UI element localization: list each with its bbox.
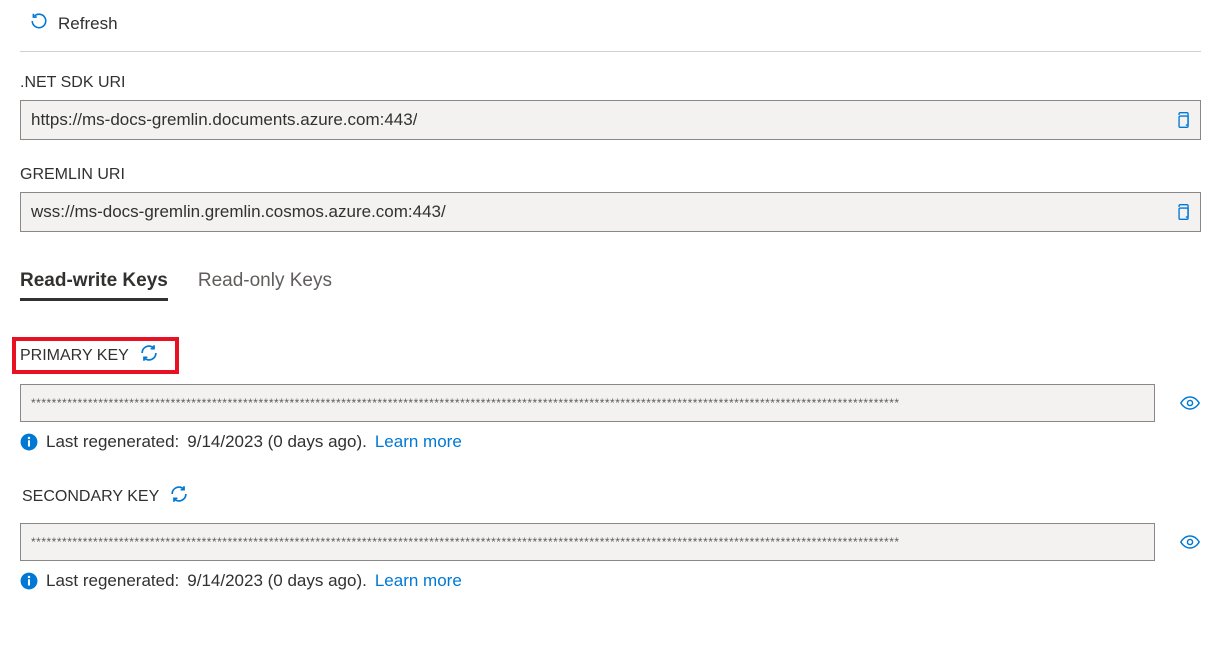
info-icon bbox=[20, 572, 38, 590]
gremlin-uri-group: GREMLIN URI wss://ms-docs-gremlin.gremli… bbox=[20, 166, 1201, 232]
keys-tabs: Read-write Keys Read-only Keys bbox=[20, 270, 1201, 301]
primary-learn-more-link[interactable]: Learn more bbox=[375, 432, 462, 452]
show-primary-key-button[interactable] bbox=[1179, 392, 1201, 414]
primary-key-info: Last regenerated: 9/14/2023 (0 days ago)… bbox=[20, 432, 1201, 452]
copy-gremlin-uri-button[interactable] bbox=[1174, 203, 1192, 221]
primary-key-label: PRIMARY KEY bbox=[20, 347, 129, 365]
net-sdk-uri-group: .NET SDK URI https://ms-docs-gremlin.doc… bbox=[20, 74, 1201, 140]
primary-key-input[interactable]: ****************************************… bbox=[20, 384, 1155, 422]
secondary-key-label: SECONDARY KEY bbox=[22, 488, 159, 506]
tab-read-write-keys[interactable]: Read-write Keys bbox=[20, 270, 168, 301]
net-sdk-uri-value: https://ms-docs-gremlin.documents.azure.… bbox=[31, 110, 417, 130]
show-secondary-key-button[interactable] bbox=[1179, 531, 1201, 553]
copy-net-sdk-uri-button[interactable] bbox=[1174, 111, 1192, 129]
net-sdk-uri-input[interactable]: https://ms-docs-gremlin.documents.azure.… bbox=[20, 100, 1201, 140]
primary-key-section: PRIMARY KEY ****************************… bbox=[20, 337, 1201, 452]
primary-regen-prefix: Last regenerated: bbox=[46, 432, 179, 452]
secondary-learn-more-link[interactable]: Learn more bbox=[375, 571, 462, 591]
primary-key-value: ****************************************… bbox=[31, 396, 900, 410]
regenerate-primary-key-button[interactable] bbox=[139, 343, 159, 368]
tab-read-only-keys[interactable]: Read-only Keys bbox=[198, 270, 332, 301]
secondary-key-info: Last regenerated: 9/14/2023 (0 days ago)… bbox=[20, 571, 1201, 591]
secondary-key-value: ****************************************… bbox=[31, 535, 900, 549]
toolbar: Refresh bbox=[20, 8, 1201, 52]
refresh-button[interactable]: Refresh bbox=[30, 12, 118, 35]
gremlin-uri-input[interactable]: wss://ms-docs-gremlin.gremlin.cosmos.azu… bbox=[20, 192, 1201, 232]
gremlin-uri-value: wss://ms-docs-gremlin.gremlin.cosmos.azu… bbox=[31, 202, 446, 222]
secondary-key-header: SECONDARY KEY bbox=[20, 480, 197, 513]
primary-key-header: PRIMARY KEY bbox=[12, 337, 179, 374]
refresh-label: Refresh bbox=[58, 14, 118, 34]
gremlin-uri-label: GREMLIN URI bbox=[20, 166, 1201, 184]
regenerate-secondary-key-button[interactable] bbox=[169, 484, 189, 509]
net-sdk-uri-label: .NET SDK URI bbox=[20, 74, 1201, 92]
refresh-icon bbox=[30, 12, 48, 35]
primary-regen-date: 9/14/2023 (0 days ago). bbox=[187, 432, 367, 452]
secondary-regen-prefix: Last regenerated: bbox=[46, 571, 179, 591]
info-icon bbox=[20, 433, 38, 451]
secondary-regen-date: 9/14/2023 (0 days ago). bbox=[187, 571, 367, 591]
secondary-key-section: SECONDARY KEY **************************… bbox=[20, 480, 1201, 591]
secondary-key-input[interactable]: ****************************************… bbox=[20, 523, 1155, 561]
